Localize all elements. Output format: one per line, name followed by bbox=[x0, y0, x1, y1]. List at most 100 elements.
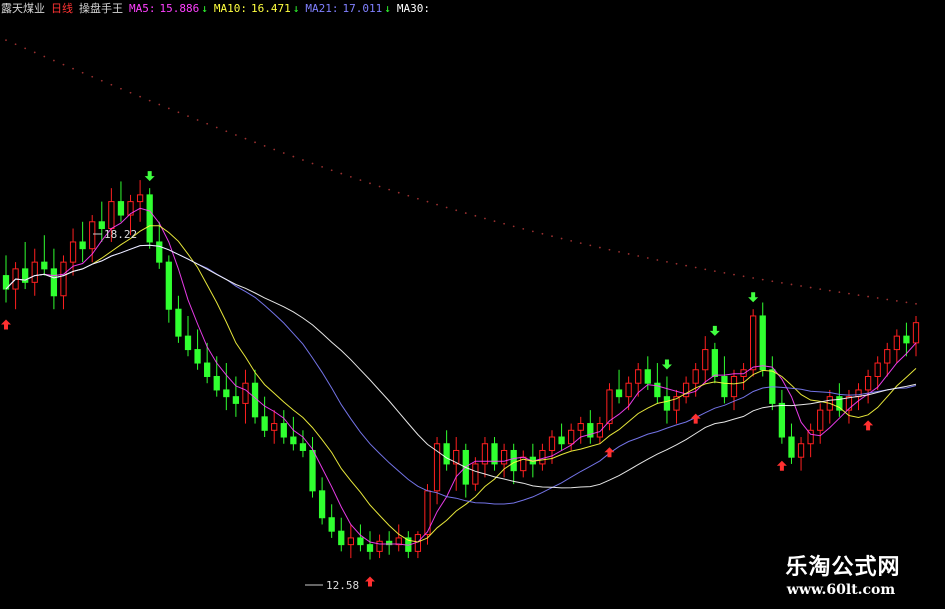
candle-body bbox=[376, 540, 383, 552]
long-ma-dot bbox=[656, 259, 659, 261]
candle-body bbox=[568, 429, 575, 445]
long-ma-dot bbox=[81, 71, 84, 74]
long-ma-dot bbox=[62, 63, 65, 66]
long-ma-dot bbox=[522, 227, 525, 230]
buy-arrow-icon bbox=[1, 319, 11, 330]
long-ma-dot bbox=[780, 281, 783, 284]
indicator-name[interactable]: 操盘手王 bbox=[79, 0, 123, 16]
candle-body bbox=[165, 261, 172, 310]
long-ma-dot bbox=[244, 137, 247, 140]
watermark-url: www.60lt.com bbox=[786, 582, 896, 598]
long-ma-dot bbox=[426, 200, 429, 203]
sell-arrow-icon bbox=[144, 171, 155, 182]
long-ma-dot bbox=[196, 119, 199, 121]
long-ma-dot bbox=[14, 43, 17, 46]
long-ma-dot bbox=[666, 261, 668, 263]
candle-body bbox=[778, 402, 786, 438]
long-ma-dot bbox=[876, 297, 879, 299]
long-ma-dot bbox=[369, 182, 371, 185]
long-ma-dot bbox=[819, 288, 822, 291]
long-ma-dot bbox=[579, 242, 582, 245]
candle-body bbox=[31, 261, 38, 283]
indicator-header: 露天煤业 日线 操盘手王 MA5: 15.886 ↓ MA10: 16.471 … bbox=[0, 0, 430, 16]
long-ma-dot bbox=[321, 165, 324, 168]
long-ma-dot bbox=[52, 59, 55, 62]
ma10-readout: MA10: 16.471 ↓ bbox=[214, 2, 300, 15]
low-price-label: 12.58 bbox=[326, 579, 359, 592]
stock-chart-window[interactable]: 露天煤业 日线 操盘手王 MA5: 15.886 ↓ MA10: 16.471 … bbox=[0, 0, 945, 609]
buy-arrow-icon bbox=[690, 413, 701, 424]
long-ma-dot bbox=[416, 197, 419, 200]
long-ma-dot bbox=[627, 253, 630, 255]
candle-body bbox=[69, 241, 77, 263]
long-ma-dot bbox=[886, 298, 889, 301]
candle-body bbox=[184, 335, 192, 351]
long-ma-dot bbox=[761, 278, 764, 281]
ma5-readout: MA5: 15.886 ↓ bbox=[129, 2, 208, 15]
long-ma-dot bbox=[512, 225, 515, 228]
long-ma-dot bbox=[618, 250, 620, 253]
candle-body bbox=[893, 335, 900, 351]
long-ma-dot bbox=[330, 169, 333, 172]
candle-body bbox=[213, 375, 220, 391]
long-ma-dot bbox=[551, 235, 553, 238]
long-ma-dot bbox=[637, 255, 640, 257]
candle-body bbox=[625, 382, 632, 398]
long-ma-dot bbox=[72, 67, 74, 70]
long-ma-dot bbox=[493, 220, 496, 223]
period-label[interactable]: 日线 bbox=[51, 0, 73, 16]
long-ma-dot bbox=[254, 141, 256, 144]
long-ma-dot bbox=[148, 99, 151, 102]
ma10-down-arrow-icon: ↓ bbox=[292, 1, 300, 15]
long-ma-dot bbox=[905, 301, 908, 304]
candle-body bbox=[242, 382, 249, 404]
long-ma-dot bbox=[311, 162, 314, 165]
candle-body bbox=[903, 335, 910, 344]
buy-arrow-icon bbox=[863, 420, 874, 431]
long-ma-dot bbox=[397, 191, 400, 194]
candle-body bbox=[510, 449, 517, 472]
ma30-line bbox=[5, 244, 917, 489]
long-ma-dot bbox=[464, 212, 467, 214]
long-ma-dot bbox=[359, 179, 362, 182]
long-ma-dot bbox=[167, 107, 170, 110]
watermark-logo: 乐淘公式网 www.60lt.com bbox=[778, 553, 908, 599]
candle-body bbox=[606, 389, 613, 425]
ma21-label: MA21: bbox=[305, 1, 339, 15]
candle-body bbox=[788, 436, 795, 458]
long-ma-dot bbox=[848, 292, 850, 295]
ma10-line bbox=[5, 225, 917, 543]
candle-body bbox=[702, 349, 709, 371]
ma21-value: 17.011 bbox=[342, 1, 383, 15]
candle-body bbox=[271, 423, 278, 431]
candle-body bbox=[136, 194, 144, 203]
long-ma-dot bbox=[340, 172, 343, 175]
candlesticks[interactable] bbox=[2, 180, 920, 560]
long-ma-dot bbox=[723, 271, 726, 274]
long-ma-dot bbox=[273, 148, 276, 151]
long-ma-dotted-line bbox=[5, 39, 917, 305]
long-ma-dot bbox=[752, 277, 755, 279]
long-ma-dot bbox=[158, 103, 161, 106]
high-price-label: 18.22 bbox=[104, 228, 137, 241]
candle-body bbox=[117, 201, 125, 216]
long-ma-dot bbox=[484, 217, 486, 220]
candle-body bbox=[223, 389, 230, 398]
long-ma-dot bbox=[790, 283, 793, 286]
long-ma-dot bbox=[685, 264, 688, 267]
candle-body bbox=[194, 349, 201, 364]
price-chart[interactable]: 18.22 12.58 bbox=[0, 0, 945, 609]
long-ma-dot bbox=[598, 246, 601, 249]
candle-body bbox=[79, 241, 86, 250]
long-ma-dot bbox=[407, 194, 410, 197]
long-ma-dot bbox=[589, 244, 592, 247]
ma5-line bbox=[5, 207, 917, 546]
candle-body bbox=[711, 349, 718, 377]
candle-body bbox=[721, 375, 728, 398]
long-ma-dot bbox=[838, 291, 841, 294]
candle-body bbox=[108, 201, 115, 230]
candle-body bbox=[50, 268, 58, 297]
candle-body bbox=[797, 443, 805, 458]
candle-body bbox=[692, 369, 699, 384]
long-ma-dot bbox=[91, 75, 94, 78]
